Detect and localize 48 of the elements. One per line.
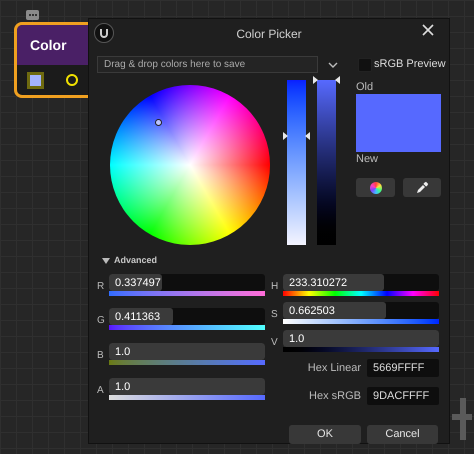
channel-field[interactable]: 0.337497 (109, 274, 265, 291)
section-header[interactable]: Advanced (114, 254, 158, 268)
channel-field[interactable]: 0.411363 (109, 308, 265, 325)
field-value: 1.0 (115, 380, 130, 395)
chevron-down-icon[interactable] (328, 60, 338, 68)
comment-bubble-icon[interactable] (26, 10, 39, 20)
field-value: 0.337497 (115, 276, 161, 291)
color-wheel-icon (370, 182, 382, 194)
channel-field[interactable]: 1.0 (109, 378, 265, 395)
channel-label: G (97, 314, 106, 328)
channel-label: S (271, 308, 279, 322)
color-wheel-button[interactable] (356, 178, 395, 197)
field-value: 1.0 (289, 332, 304, 347)
channel-label: V (271, 336, 279, 350)
plus-mark-icon (452, 398, 472, 440)
caret-down-icon[interactable] (102, 258, 110, 264)
channel-field[interactable]: 1.0 (109, 343, 265, 360)
window-title: Color Picker (236, 26, 302, 43)
channel-field[interactable]: 233.310272 (283, 274, 439, 291)
old-label: Old (356, 81, 374, 93)
color-swatch[interactable] (27, 72, 44, 88)
channel-field[interactable]: 1.0 (283, 330, 439, 347)
wheel-cursor[interactable] (154, 119, 162, 126)
field-value: 0.411363 (115, 310, 160, 325)
channel-label: H (271, 280, 280, 294)
pin-icon[interactable] (66, 74, 78, 86)
hex-label: Hex sRGB (309, 388, 361, 404)
eyedropper-icon (416, 181, 428, 194)
field-value: 233.310272 (289, 276, 348, 291)
swatch-drop-field[interactable]: Drag & drop colors here to save (97, 56, 318, 73)
new-label: New (356, 153, 380, 165)
checkbox-label: sRGB Preview (374, 57, 446, 72)
hex-field[interactable]: 9DACFFFF (367, 387, 439, 405)
eyedropper-button[interactable] (403, 178, 441, 197)
hex-field[interactable]: 5669FFFF (367, 359, 439, 377)
channel-label: A (97, 384, 105, 398)
slider-handle[interactable] (313, 76, 340, 84)
field-value: 1.0 (115, 345, 130, 360)
field-value: 0.662503 (289, 304, 335, 319)
logo-icon (94, 23, 114, 43)
slider-handle[interactable] (283, 132, 310, 140)
channel-field[interactable]: 0.662503 (283, 302, 439, 319)
hex-label: Hex Linear (308, 360, 361, 376)
channel-label: B (97, 349, 105, 363)
close-icon[interactable] (421, 23, 435, 37)
dialog-button[interactable]: Cancel (367, 425, 438, 444)
dialog-button[interactable]: OK (289, 425, 361, 444)
channel-label: R (97, 280, 106, 294)
